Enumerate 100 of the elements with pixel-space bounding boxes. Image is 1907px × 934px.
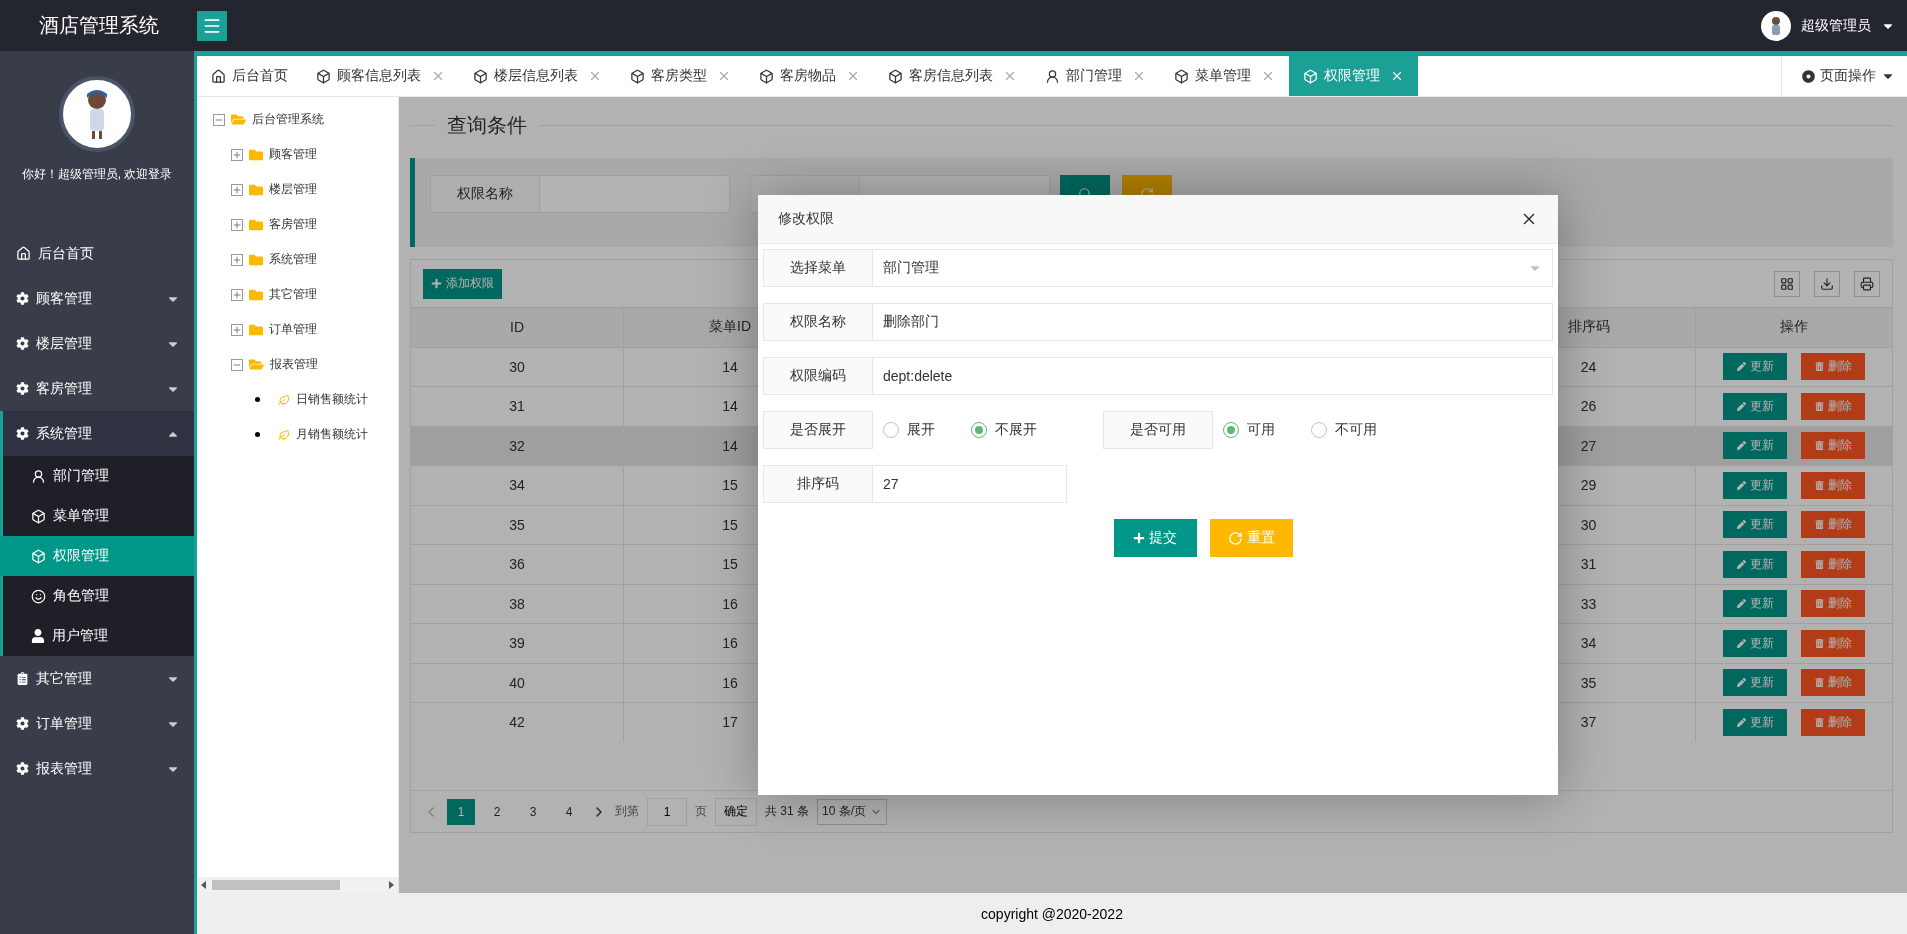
user-icon bbox=[31, 629, 45, 643]
tab[interactable]: 菜单管理 bbox=[1160, 56, 1289, 96]
leaf-icon bbox=[278, 428, 290, 441]
sidebar-item[interactable]: 其它管理 bbox=[0, 656, 194, 701]
sidebar-item[interactable]: 客房管理 bbox=[0, 366, 194, 411]
refresh-icon bbox=[1227, 530, 1243, 546]
tree-item[interactable]: 客房管理 bbox=[269, 216, 317, 233]
page-size-select[interactable]: 10 条/页 bbox=[817, 798, 888, 825]
trash-icon bbox=[1814, 362, 1824, 372]
tree-toggle[interactable] bbox=[231, 218, 243, 231]
sidebar-item[interactable]: 后台首页 bbox=[0, 231, 194, 276]
sidebar-subitem[interactable]: 部门管理 bbox=[3, 456, 194, 496]
gear-icon bbox=[16, 337, 29, 350]
tree-toggle[interactable] bbox=[231, 253, 243, 266]
tree-item[interactable]: 报表管理 bbox=[270, 356, 318, 373]
smile-icon bbox=[31, 588, 46, 604]
tab[interactable]: 后台首页 bbox=[197, 56, 302, 96]
bullet-icon bbox=[255, 397, 260, 402]
tree-toggle[interactable] bbox=[231, 148, 243, 161]
input-field[interactable]: dept:delete bbox=[873, 357, 1553, 395]
radio-label: 不展开 bbox=[995, 421, 1037, 439]
select-field[interactable]: 部门管理 bbox=[873, 249, 1553, 287]
plus-icon bbox=[232, 289, 242, 300]
tree-toggle[interactable] bbox=[231, 183, 243, 196]
section-title: 查询条件 bbox=[446, 112, 528, 138]
tree-toggle[interactable] bbox=[231, 358, 243, 371]
sidebar-item[interactable]: 订单管理 bbox=[0, 701, 194, 746]
tree-item[interactable]: 顾客管理 bbox=[269, 146, 317, 163]
tree-toggle[interactable] bbox=[231, 323, 243, 336]
home-icon bbox=[211, 68, 226, 84]
tree-item[interactable]: 月销售额统计 bbox=[296, 426, 368, 443]
trash-icon bbox=[1814, 559, 1824, 569]
cube-icon bbox=[316, 68, 331, 84]
tree-toggle[interactable] bbox=[213, 113, 225, 126]
tree-item[interactable]: 其它管理 bbox=[269, 286, 317, 303]
tab[interactable]: 客房物品 bbox=[745, 56, 874, 96]
tab[interactable]: 部门管理 bbox=[1031, 56, 1160, 96]
confirm-button[interactable]: 确定 bbox=[715, 797, 757, 826]
sidebar-item[interactable]: 顾客管理 bbox=[0, 276, 194, 321]
tree-item[interactable]: 系统管理 bbox=[269, 251, 317, 268]
pen-icon bbox=[1736, 401, 1746, 411]
copyright-text: copyright @2020-2022 bbox=[197, 893, 1907, 934]
sidebar-item[interactable]: 楼层管理 bbox=[0, 321, 194, 366]
page-link[interactable]: 2 bbox=[483, 798, 511, 825]
leaf-icon bbox=[278, 393, 290, 406]
horizontal-scrollbar[interactable] bbox=[197, 877, 398, 893]
trash-icon bbox=[1814, 678, 1824, 688]
page-link[interactable]: 3 bbox=[519, 798, 547, 825]
sidebar-subitem[interactable]: 权限管理 bbox=[0, 536, 194, 576]
sidebar-subitem[interactable]: 菜单管理 bbox=[3, 496, 194, 536]
table-cell: 36 bbox=[411, 545, 624, 584]
radio-label: 不可用 bbox=[1335, 421, 1377, 439]
input-field[interactable]: 27 bbox=[873, 465, 1067, 503]
tree-item[interactable]: 日销售额统计 bbox=[296, 391, 368, 408]
dialog-title: 修改权限 bbox=[778, 210, 835, 228]
export-button[interactable] bbox=[1814, 270, 1840, 297]
field-label: 是否展开 bbox=[763, 411, 873, 449]
pen-icon bbox=[1736, 480, 1746, 490]
bullet-icon bbox=[255, 432, 260, 437]
user-avatar[interactable] bbox=[1761, 10, 1791, 41]
submit-button[interactable]: 提交 bbox=[1113, 519, 1197, 557]
tab[interactable]: 客房信息列表 bbox=[874, 56, 1031, 96]
folder-icon bbox=[249, 287, 263, 302]
tree-toggle[interactable] bbox=[231, 288, 243, 301]
tree-item[interactable]: 订单管理 bbox=[269, 321, 317, 338]
sidebar-subitem[interactable]: 用户管理 bbox=[3, 616, 194, 656]
menu-button[interactable] bbox=[197, 10, 227, 41]
pen-icon bbox=[1736, 520, 1746, 530]
sidebar-subitem[interactable]: 角色管理 bbox=[3, 576, 194, 616]
field-label: 排序码 bbox=[763, 465, 873, 503]
tab[interactable]: 顾客信息列表 bbox=[302, 56, 459, 96]
sidebar-item[interactable]: 报表管理 bbox=[0, 746, 194, 791]
page-link[interactable]: 4 bbox=[555, 798, 583, 825]
greeting-text: 你好！超级管理员, 欢迎登录 bbox=[20, 166, 174, 183]
field-label: 权限编码 bbox=[763, 357, 873, 395]
page-actions-menu[interactable]: 页面操作 bbox=[1781, 56, 1907, 96]
tab[interactable]: 客房类型 bbox=[616, 56, 745, 96]
download-icon bbox=[1820, 276, 1834, 291]
pen-icon bbox=[1736, 559, 1746, 569]
plus-icon bbox=[1133, 532, 1145, 544]
trash-icon bbox=[1814, 599, 1824, 609]
plus-icon bbox=[232, 324, 242, 335]
column-header: 操作 bbox=[1779, 317, 1809, 337]
print-button[interactable] bbox=[1854, 270, 1880, 297]
columns-button[interactable] bbox=[1774, 270, 1800, 297]
page-input[interactable]: 1 bbox=[647, 797, 687, 826]
plus-icon bbox=[232, 254, 242, 265]
user-name[interactable]: 超级管理员 bbox=[1801, 16, 1871, 35]
folder-icon bbox=[249, 217, 263, 232]
gear-icon bbox=[16, 382, 29, 395]
sidebar-item[interactable]: 系统管理 bbox=[0, 411, 194, 456]
cube-icon bbox=[888, 68, 903, 84]
tab[interactable]: 楼层信息列表 bbox=[459, 56, 616, 96]
tree-item[interactable]: 后台管理系统 bbox=[252, 111, 324, 128]
gear-icon bbox=[16, 762, 29, 775]
pen-icon bbox=[1736, 599, 1746, 609]
pen-icon bbox=[1736, 638, 1746, 648]
tree-item[interactable]: 楼层管理 bbox=[269, 181, 317, 198]
folder-icon bbox=[249, 182, 263, 197]
input-field[interactable]: 删除部门 bbox=[873, 303, 1553, 341]
